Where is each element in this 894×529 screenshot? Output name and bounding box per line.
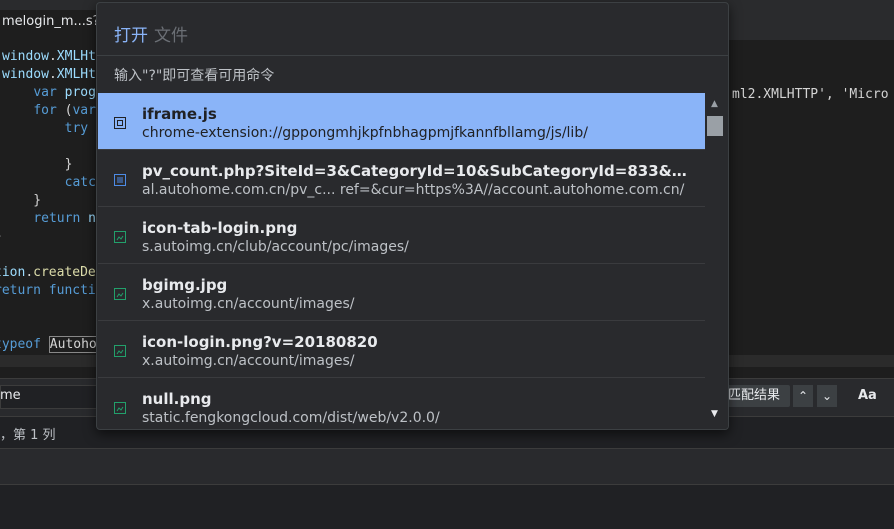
- scroll-up-arrow-icon[interactable]: ▲: [711, 99, 718, 109]
- file-name: pv_count.php?SiteId=3&CategoryId=10&SubC…: [142, 162, 690, 180]
- cursor-position: ，第 1 列: [0, 428, 56, 443]
- file-name: icon-tab-login.png: [142, 219, 298, 237]
- image-file-icon: [114, 402, 126, 414]
- chevron-up-icon: ⌃: [797, 389, 809, 403]
- file-path: s.autoimg.cn/club/account/pc/images/: [142, 239, 409, 255]
- command-hint: 输入"?"即可查看可用命令: [114, 68, 275, 84]
- file-path: al.autohome.com.cn/pv_c... ref=&cur=http…: [142, 182, 685, 198]
- command-input[interactable]: 文件: [154, 21, 188, 46]
- console-drawer-header: [0, 448, 894, 485]
- code-line: }: [2, 193, 42, 208]
- file-name: iframe.js: [142, 105, 217, 123]
- command-menu-header: 打开 文件: [97, 3, 728, 55]
- list-item[interactable]: iframe.js chrome-extension://gppongmhjkp…: [98, 93, 705, 150]
- code-line: typeof Autoho: [0, 336, 98, 353]
- image-file-icon: [114, 345, 126, 357]
- file-path: x.autoimg.cn/account/images/: [142, 296, 355, 312]
- image-file-icon: [114, 288, 126, 300]
- file-name: null.png: [142, 390, 212, 408]
- document-file-icon: [114, 174, 126, 186]
- file-path: x.autoimg.cn/account/images/: [142, 353, 355, 369]
- command-menu: 打开 文件 输入"?"即可查看可用命令 iframe.js chrome-ext…: [96, 2, 729, 430]
- code-line: for (var: [33, 103, 96, 118]
- file-path: chrome-extension://gppongmhjkpfnbhagpmjf…: [142, 125, 588, 141]
- scroll-down-arrow-icon[interactable]: ▼: [711, 409, 718, 419]
- code-snippet-right: ml2.XMLHTTP', 'Micro: [732, 87, 889, 102]
- code-line: window.XMLHtt: [2, 67, 104, 82]
- scrollbar-thumb[interactable]: [707, 116, 723, 136]
- file-name: icon-login.png?v=20180820: [142, 333, 378, 351]
- tab-label[interactable]: melogin_m...s?: [2, 14, 100, 29]
- image-file-icon: [114, 231, 126, 243]
- console-drawer: [0, 484, 894, 529]
- code-line: var progI: [33, 85, 104, 100]
- file-results-list: iframe.js chrome-extension://gppongmhjkp…: [98, 93, 705, 429]
- code-line: }: [2, 157, 73, 172]
- code-line: }: [0, 228, 2, 246]
- script-file-icon: [114, 117, 126, 129]
- code-line: return functi: [0, 283, 96, 298]
- previous-match-button[interactable]: ⌃: [793, 385, 813, 407]
- chevron-down-icon: ⌄: [821, 389, 833, 403]
- code-line: try {: [64, 121, 104, 136]
- code-line: return nu: [33, 211, 103, 226]
- code-line: catch: [64, 175, 104, 190]
- list-item[interactable]: bgimg.jpg x.autoimg.cn/account/images/: [98, 264, 705, 321]
- code-line: tion.createDe: [0, 265, 96, 280]
- file-name: bgimg.jpg: [142, 276, 228, 294]
- search-input-value[interactable]: me: [0, 388, 21, 403]
- list-item[interactable]: icon-login.png?v=20180820 x.autoimg.cn/a…: [98, 321, 705, 378]
- command-prefix: 打开: [114, 26, 148, 46]
- code-line: window.XMLHtt: [2, 49, 104, 64]
- next-match-button[interactable]: ⌄: [817, 385, 837, 407]
- list-item[interactable]: null.png static.fengkongcloud.com/dist/w…: [98, 378, 705, 429]
- file-path: static.fengkongcloud.com/dist/web/v2.0.0…: [142, 410, 440, 426]
- list-item[interactable]: pv_count.php?SiteId=3&CategoryId=10&SubC…: [98, 150, 705, 207]
- code-line: r: [2, 138, 104, 156]
- case-sensitive-button[interactable]: Aa: [858, 388, 877, 403]
- list-item[interactable]: icon-tab-login.png s.autoimg.cn/club/acc…: [98, 207, 705, 264]
- results-scrollbar[interactable]: [705, 93, 728, 429]
- divider: [97, 55, 728, 56]
